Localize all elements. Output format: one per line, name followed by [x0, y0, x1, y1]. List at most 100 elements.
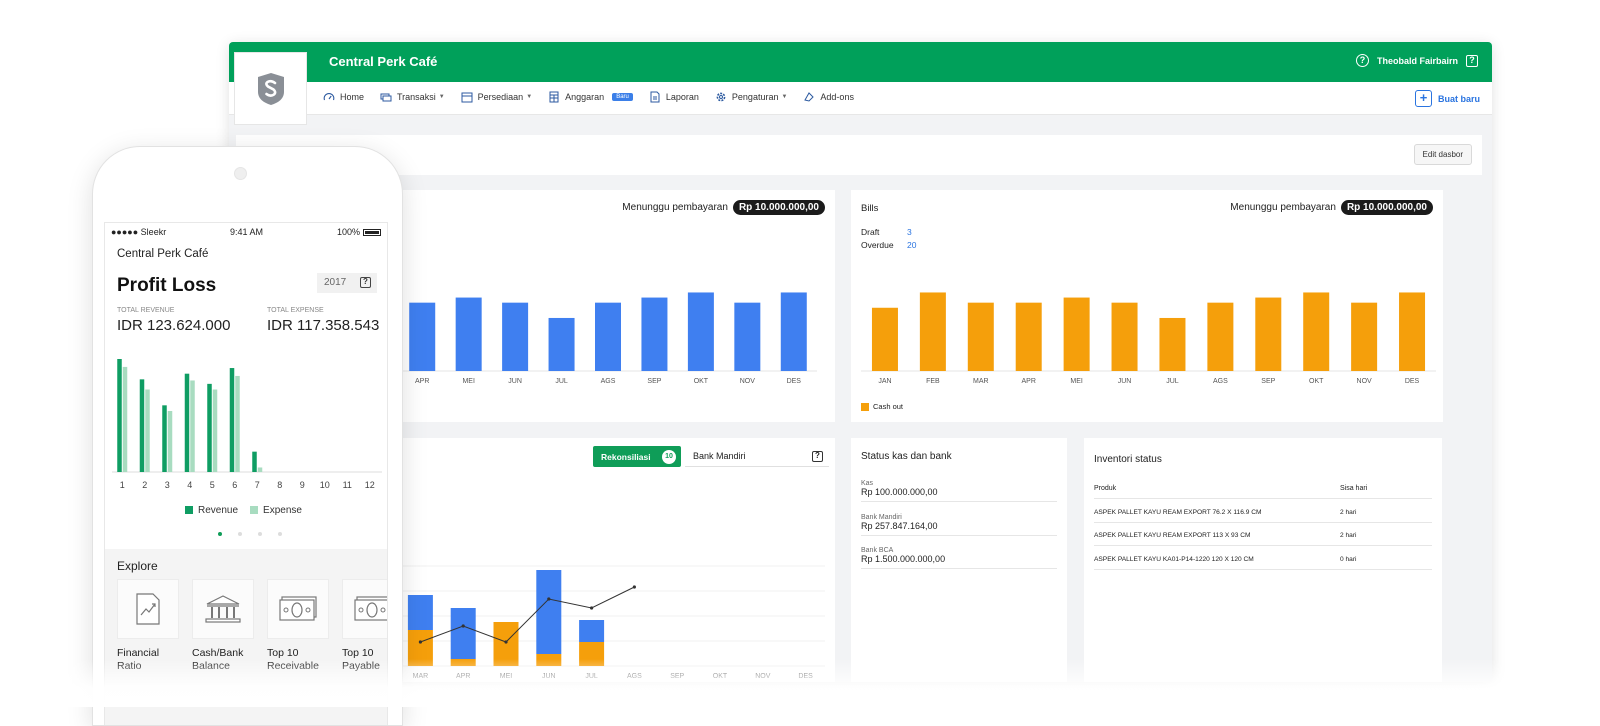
- user-name[interactable]: Theobald Fairbairn: [1377, 56, 1458, 66]
- inventory-row[interactable]: ASPEK PALLET KAYU REAM EXPORT 76.2 X 116…: [1094, 509, 1432, 523]
- x-tick-label: SEP: [1261, 378, 1275, 385]
- profit-loss-chart: 1 2 3 4 5 6 7 8 9 10 11 12: [112, 359, 382, 490]
- menu-icon[interactable]: ?: [1466, 54, 1478, 67]
- product-name: ASPEK PALLET KAYU REAM EXPORT 76.2 X 116…: [1094, 509, 1262, 516]
- shield-logo-icon: [257, 72, 284, 105]
- invoices-card: Menunggu pembayaran Rp 10.000.000,00 APR…: [399, 190, 835, 422]
- chart-bar: [1111, 302, 1138, 371]
- revenue-bar: [184, 373, 190, 472]
- phone-camera: [234, 167, 247, 180]
- nav-laporan[interactable]: Laporan: [649, 91, 699, 103]
- trend-point: [590, 606, 594, 610]
- x-tick-label: JUN: [508, 378, 522, 385]
- phone-mockup: ●●●●● Sleekr 9:41 AM 100% Central Perk C…: [92, 146, 403, 726]
- expense-bar: [235, 375, 240, 472]
- user-menu[interactable]: ? Theobald Fairbairn ?: [1355, 54, 1478, 67]
- stacked-bar-segment: [450, 608, 476, 659]
- create-new-label: Buat baru: [1437, 93, 1480, 104]
- account-name: Bank BCA: [861, 547, 894, 554]
- chart-bar: [1399, 292, 1426, 371]
- chart-bar: [1303, 292, 1330, 371]
- cash-out-label: Cash out: [873, 402, 904, 411]
- x-tick-label: SEP: [647, 378, 661, 385]
- nav-addons[interactable]: Add-ons: [803, 91, 854, 103]
- page-dot[interactable]: [278, 532, 282, 536]
- bills-legend: Cash out: [861, 402, 903, 411]
- x-tick-label: 10: [320, 480, 330, 490]
- nav-anggaran[interactable]: Anggaran Baru: [548, 91, 633, 103]
- inventory-row[interactable]: ASPEK PALLET KAYU KA01-P14-1220 120 X 12…: [1094, 556, 1432, 570]
- help-icon[interactable]: ?: [1355, 54, 1369, 67]
- inventory-row[interactable]: ASPEK PALLET KAYU REAM EXPORT 113 X 93 C…: [1094, 532, 1432, 546]
- cash-account-row[interactable]: Bank BCA Rp 1.500.000.000,00: [861, 547, 1057, 569]
- create-new-button[interactable]: + Buat baru: [1414, 90, 1480, 107]
- page-dot[interactable]: [238, 532, 242, 536]
- product-name: ASPEK PALLET KAYU KA01-P14-1220 120 X 12…: [1094, 556, 1254, 563]
- nav-pengaturan[interactable]: Pengaturan ▼: [715, 91, 787, 103]
- revenue-bar: [229, 368, 235, 472]
- cash-account-row[interactable]: Bank Mandiri Rp 257.847.164,00: [861, 514, 1057, 536]
- chart-bar: [1015, 302, 1042, 371]
- nav-persediaan[interactable]: Persediaan ▼: [461, 91, 532, 103]
- cash-account-row[interactable]: Kas Rp 100.000.000,00: [861, 480, 1057, 502]
- x-tick-label: MAR: [973, 378, 989, 385]
- money-stack-icon: [380, 93, 392, 102]
- trend-point: [504, 640, 508, 644]
- nav-home[interactable]: Home: [323, 91, 364, 103]
- x-tick-label: 4: [187, 480, 192, 490]
- nav-transaksi-label: Transaksi: [397, 92, 436, 102]
- stacked-bar-segment: [407, 595, 433, 630]
- account-name: Kas: [861, 480, 874, 487]
- account-name: Bank Mandiri: [861, 514, 902, 521]
- x-tick-label: OKT: [1309, 378, 1324, 385]
- box-icon: [461, 92, 473, 103]
- chart-bar: [1207, 302, 1234, 371]
- x-tick-label: FEB: [926, 378, 940, 385]
- legend-revenue-label: Revenue: [198, 505, 239, 516]
- inventory-header: Produk Sisa hari: [1094, 485, 1432, 499]
- page-indicator[interactable]: [218, 532, 282, 536]
- remaining-days: 2 hari: [1340, 532, 1357, 539]
- product-column-header: Produk: [1094, 485, 1117, 492]
- page-dot[interactable]: [258, 532, 262, 536]
- bank-building-icon: [205, 595, 241, 623]
- x-tick-label: NOV: [1357, 378, 1373, 385]
- expense-bar: [145, 389, 150, 472]
- x-tick-label: APR: [415, 378, 429, 385]
- chart-bar: [595, 302, 621, 371]
- x-tick-label: JUN: [1118, 378, 1132, 385]
- edit-dashboard-button[interactable]: Edit dasbor: [1413, 144, 1472, 165]
- nav-laporan-label: Laporan: [665, 92, 699, 102]
- organization-name[interactable]: Central Perk Café: [329, 54, 437, 69]
- profit-loss-legend: Revenue Expense: [185, 505, 302, 516]
- bottom-fade: [0, 659, 1600, 707]
- inventory-status-card: Inventori status Produk Sisa hari ASPEK …: [1084, 438, 1442, 682]
- nav-transaksi[interactable]: Transaksi ▼: [380, 91, 445, 103]
- stacked-bar-segment: [536, 570, 562, 654]
- chart-bar: [1159, 317, 1186, 371]
- remaining-column-header: Sisa hari: [1340, 485, 1368, 492]
- explore-title: Explore: [117, 559, 158, 573]
- account-amount: Rp 257.847.164,00: [861, 521, 938, 531]
- desktop-app-window: Central Perk Café ? Theobald Fairbairn ?…: [229, 42, 1492, 682]
- chart-bar: [641, 297, 668, 371]
- x-tick-label: NOV: [740, 378, 756, 385]
- trend-point: [461, 624, 465, 628]
- chart-bar: [734, 302, 761, 371]
- x-tick-label: DES: [1405, 378, 1420, 385]
- x-tick-label: OKT: [694, 378, 709, 385]
- x-tick-label: 2: [142, 480, 147, 490]
- x-tick-label: DES: [787, 378, 802, 385]
- chart-bar: [502, 302, 529, 371]
- x-tick-label: JUL: [1166, 378, 1179, 385]
- banknote-icon: [354, 596, 387, 621]
- x-tick-label: 1: [120, 480, 125, 490]
- expense-bar: [167, 410, 173, 472]
- page-dot[interactable]: [218, 532, 222, 536]
- revenue-bar: [252, 451, 257, 472]
- nav-home-label: Home: [340, 92, 365, 102]
- chart-bar: [409, 302, 436, 371]
- remaining-days: 0 hari: [1340, 556, 1357, 563]
- revenue-bar: [207, 383, 212, 472]
- app-logo[interactable]: [234, 52, 307, 125]
